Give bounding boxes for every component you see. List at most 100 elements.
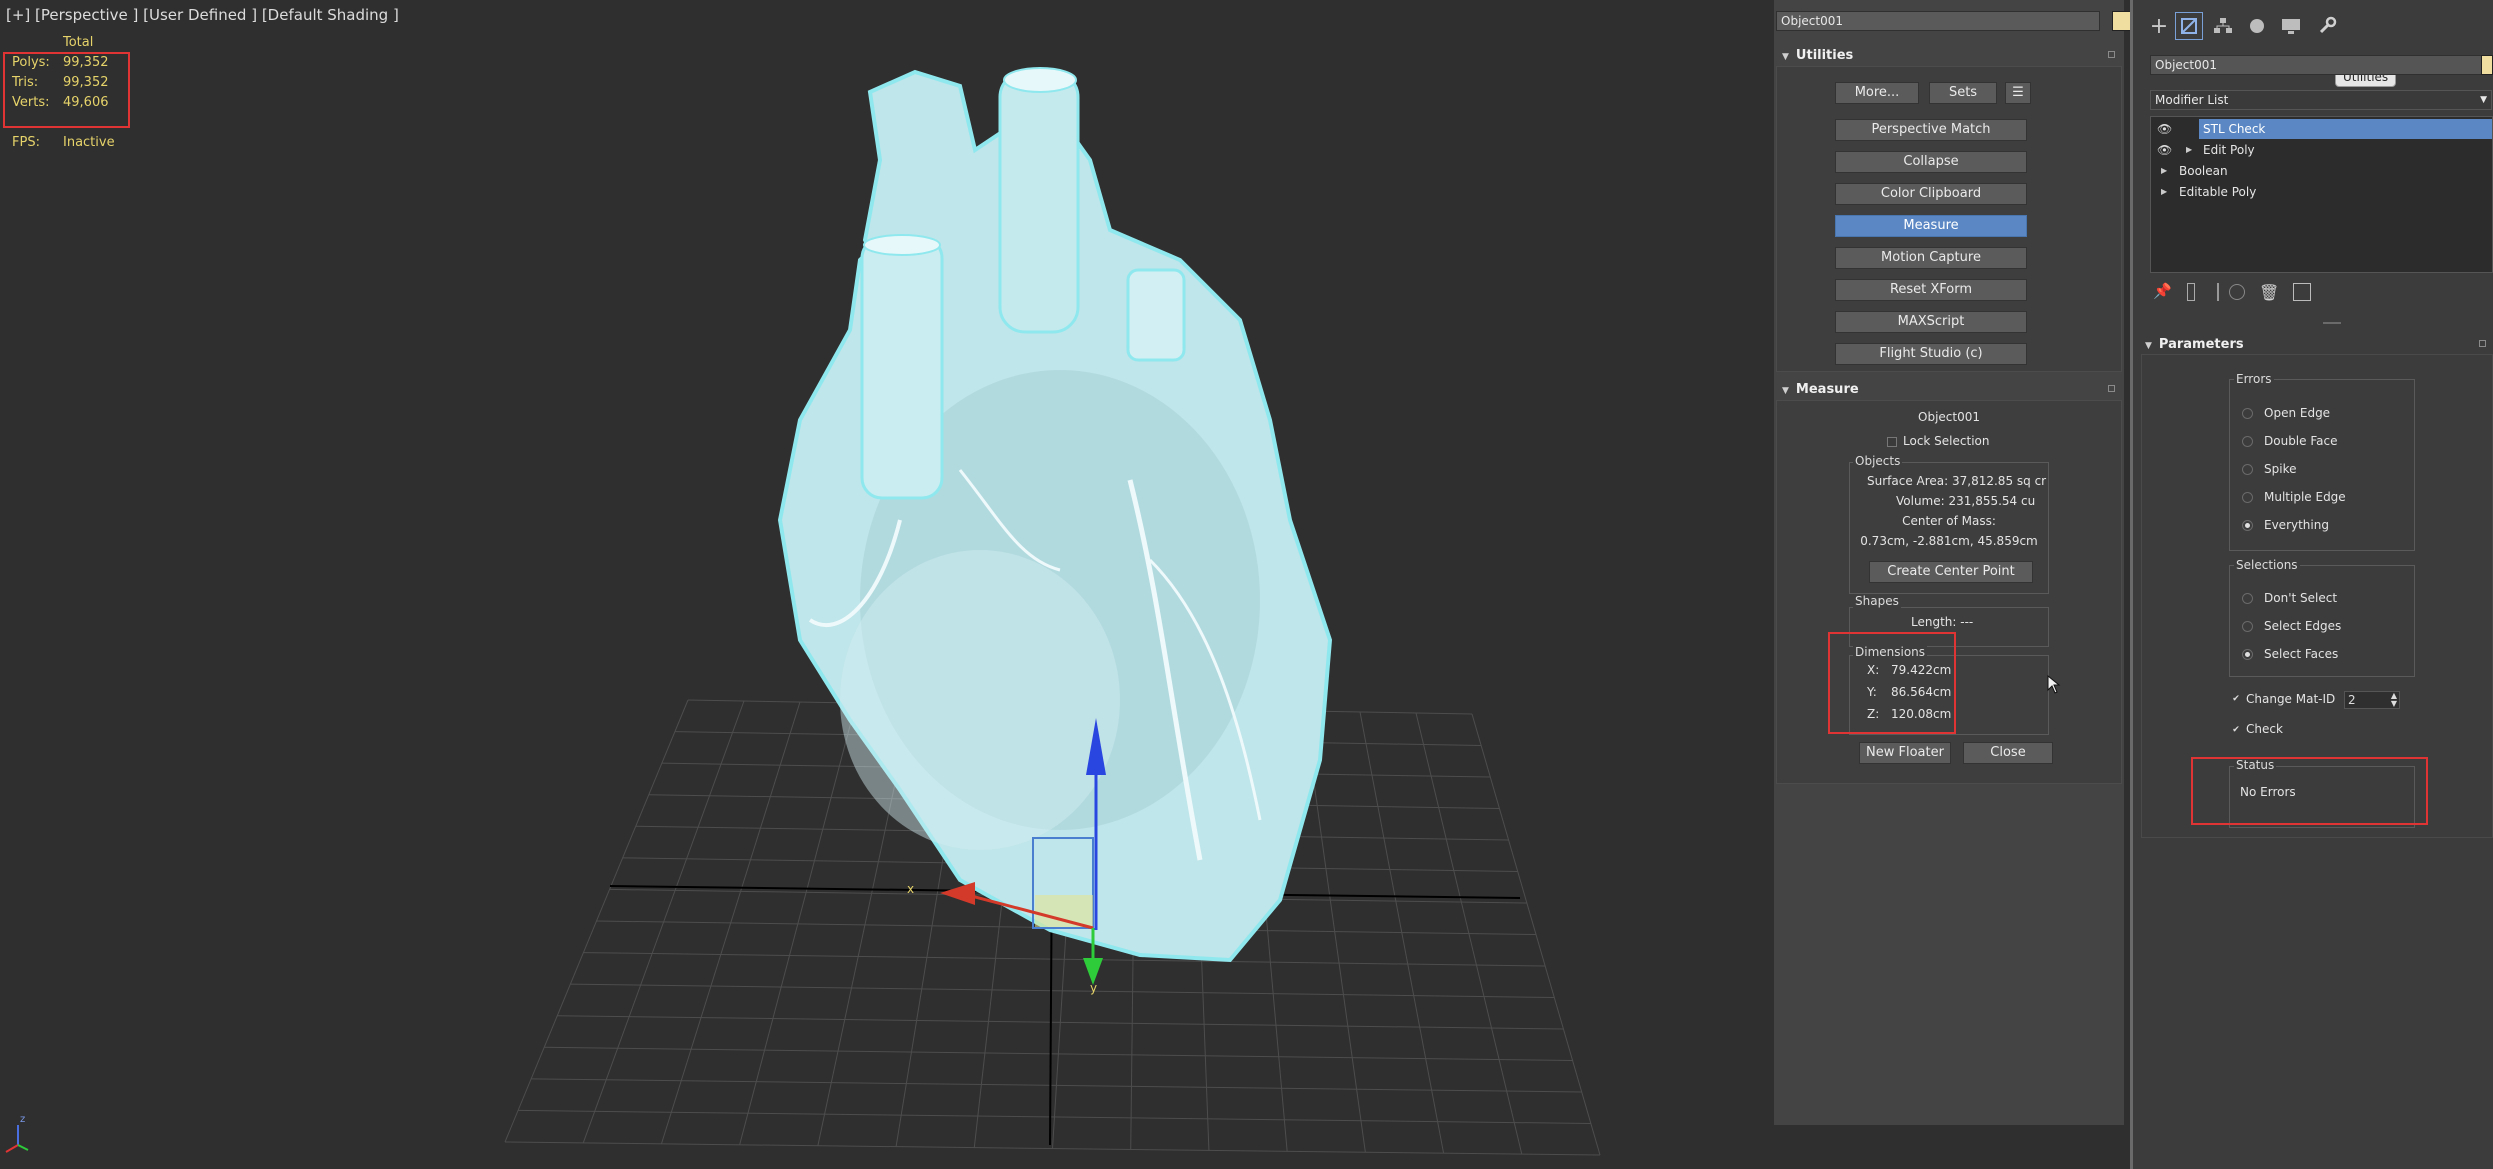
viewport-label[interactable]: [+] [Perspective ] [User Defined ] [Defa…: [6, 6, 399, 24]
modifier-name: Boolean: [2179, 164, 2228, 178]
parameters-rollout-title[interactable]: ▼ Parameters: [2145, 337, 2244, 352]
center-of-mass-label: Center of Mass:: [1902, 514, 1996, 528]
fps-value: Inactive: [63, 135, 115, 150]
visibility-eye-icon[interactable]: 👁: [2157, 119, 2172, 139]
object-color-swatch[interactable]: [2112, 11, 2132, 31]
radio-button[interactable]: [2242, 593, 2253, 604]
heart-mesh: [777, 67, 1333, 963]
gizmo-y-label: y: [1090, 981, 1097, 995]
chevron-down-icon: ▼: [2480, 95, 2487, 105]
rollout-pin-icon[interactable]: [2108, 51, 2115, 58]
fps-label: FPS:: [12, 135, 40, 150]
configure-button-sets-icon[interactable]: ☰: [2005, 82, 2031, 104]
radio-label: Don't Select: [2264, 591, 2338, 605]
perspective-viewport[interactable]: x y z [+] [Perspective ] [User Defined ]…: [0, 0, 1768, 1169]
gizmo-x-label: x: [907, 882, 914, 896]
panel-resize-handle[interactable]: [2323, 322, 2341, 324]
sets-button[interactable]: Sets: [1929, 82, 1997, 104]
reset-xform-button[interactable]: Reset XForm: [1835, 279, 2027, 301]
lock-selection-label: Lock Selection: [1903, 434, 1990, 448]
check-checkbox[interactable]: ✔: [2231, 726, 2241, 736]
create-tab-plus-icon[interactable]: +: [2145, 12, 2173, 40]
rollout-pin-icon[interactable]: [2479, 340, 2486, 347]
modify-tab-icon[interactable]: [2175, 12, 2203, 40]
modifier-stack-item[interactable]: 👁 STL Check: [2151, 119, 2492, 139]
configure-modifier-sets-icon[interactable]: [2293, 283, 2311, 301]
radio-label: Select Faces: [2264, 647, 2339, 661]
perspective-match-button[interactable]: Perspective Match: [1835, 119, 2027, 141]
command-panel: + Utilities Object001 Modifier List ▼ 👁 S…: [2130, 0, 2493, 1169]
radio-label: Select Edges: [2264, 619, 2342, 633]
radio-label: Everything: [2264, 518, 2329, 532]
new-floater-button[interactable]: New Floater: [1859, 742, 1951, 764]
modifier-stack-item[interactable]: ▶ Boolean: [2151, 161, 2492, 181]
shapes-group-title: Shapes: [1853, 594, 1901, 608]
mat-id-spinner[interactable]: 2 ▲ ▼: [2344, 691, 2400, 709]
radio-button[interactable]: [2242, 621, 2253, 632]
collapse-button[interactable]: Collapse: [1835, 151, 2027, 173]
volume-value: Volume: 231,855.54 cu: [1896, 494, 2036, 508]
change-mat-id-checkbox[interactable]: ✔: [2231, 695, 2241, 705]
visibility-eye-icon[interactable]: 👁: [2157, 140, 2172, 160]
objects-group-title: Objects: [1853, 454, 1903, 468]
maxscript-button[interactable]: MAXScript: [1835, 311, 2027, 333]
modify-object-name-field[interactable]: Object001: [2150, 55, 2492, 75]
surface-area-value: Surface Area: 37,812.85 sq cr: [1867, 474, 2047, 488]
radio-button[interactable]: [2242, 492, 2253, 503]
radio-label: Double Face: [2264, 434, 2338, 448]
stack-toolbar: 📌 🗑: [2149, 282, 2349, 304]
make-unique-icon[interactable]: [2229, 284, 2245, 300]
change-mat-id-label: Change Mat-ID: [2246, 692, 2336, 706]
radio-button[interactable]: [2242, 436, 2253, 447]
axis-tripod-icon: z: [5, 1114, 29, 1153]
center-of-mass-value: 0.73cm, -2.881cm, 45.859cm: [1860, 534, 2038, 548]
utilities-panel: Object001 ▼ Utilities More... Sets ☰ Pers…: [1768, 0, 2132, 1169]
object-name-field[interactable]: Object001: [1776, 11, 2100, 31]
display-tab-icon[interactable]: [2277, 12, 2305, 40]
modifier-stack[interactable]: 👁 STL Check 👁 ▶ Edit Poly ▶ Boolean ▶ Editable P…: [2150, 116, 2493, 273]
expand-arrow-icon[interactable]: ▶: [2186, 140, 2192, 160]
spinner-arrows-icon[interactable]: ▲ ▼: [2391, 692, 2397, 708]
radio-button[interactable]: [2242, 649, 2253, 660]
lock-selection-checkbox[interactable]: [1887, 437, 1897, 447]
dimensions-highlight-box: [1828, 632, 1956, 734]
more-button[interactable]: More...: [1835, 82, 1919, 104]
radio-button[interactable]: [2242, 464, 2253, 475]
modify-object-color-swatch[interactable]: [2481, 55, 2493, 75]
expand-arrow-icon[interactable]: ▶: [2161, 161, 2167, 181]
utilities-rollout: More... Sets ☰ Perspective Match Collapse…: [1776, 66, 2122, 372]
close-button[interactable]: Close: [1963, 742, 2053, 764]
modifier-name: STL Check: [2199, 119, 2492, 139]
radio-button[interactable]: [2242, 408, 2253, 419]
create-center-point-button[interactable]: Create Center Point: [1869, 561, 2033, 583]
show-end-result-icon[interactable]: [2187, 283, 2195, 301]
modifier-list-dropdown[interactable]: Modifier List ▼: [2150, 90, 2492, 110]
motion-tab-icon[interactable]: [2243, 12, 2271, 40]
modifier-stack-item[interactable]: 👁 ▶ Edit Poly: [2151, 140, 2492, 160]
radio-label: Open Edge: [2264, 406, 2331, 420]
measure-button[interactable]: Measure: [1835, 215, 2027, 237]
modifier-name: Editable Poly: [2179, 185, 2257, 199]
color-clipboard-button[interactable]: Color Clipboard: [1835, 183, 2027, 205]
svg-text:z: z: [20, 1114, 25, 1125]
motion-capture-button[interactable]: Motion Capture: [1835, 247, 2027, 269]
check-label: Check: [2246, 722, 2283, 736]
radio-button[interactable]: [2242, 520, 2253, 531]
utilities-rollout-title[interactable]: ▼ Utilities: [1782, 48, 1853, 63]
stats-highlight-box: [3, 52, 130, 128]
remove-modifier-trash-icon[interactable]: 🗑: [2259, 283, 2279, 302]
expand-arrow-icon[interactable]: ▶: [2161, 182, 2167, 202]
measure-object-name: Object001: [1918, 410, 1980, 424]
measure-rollout-title[interactable]: ▼ Measure: [1782, 382, 1859, 397]
utilities-tab-wrench-icon[interactable]: [2313, 12, 2341, 40]
hierarchy-tab-icon[interactable]: [2209, 12, 2237, 40]
divider: [2217, 283, 2219, 301]
rollout-pin-icon[interactable]: [2108, 385, 2115, 392]
errors-group-title: Errors: [2234, 372, 2274, 386]
viewport-scene[interactable]: x y z: [0, 0, 1768, 1169]
flight-studio-c-button[interactable]: Flight Studio (c): [1835, 343, 2027, 365]
modifier-stack-item[interactable]: ▶ Editable Poly: [2151, 182, 2492, 202]
pin-stack-icon[interactable]: 📌: [2153, 282, 2172, 300]
radio-label: Spike: [2264, 462, 2297, 476]
length-value: Length: ---: [1911, 615, 1974, 629]
